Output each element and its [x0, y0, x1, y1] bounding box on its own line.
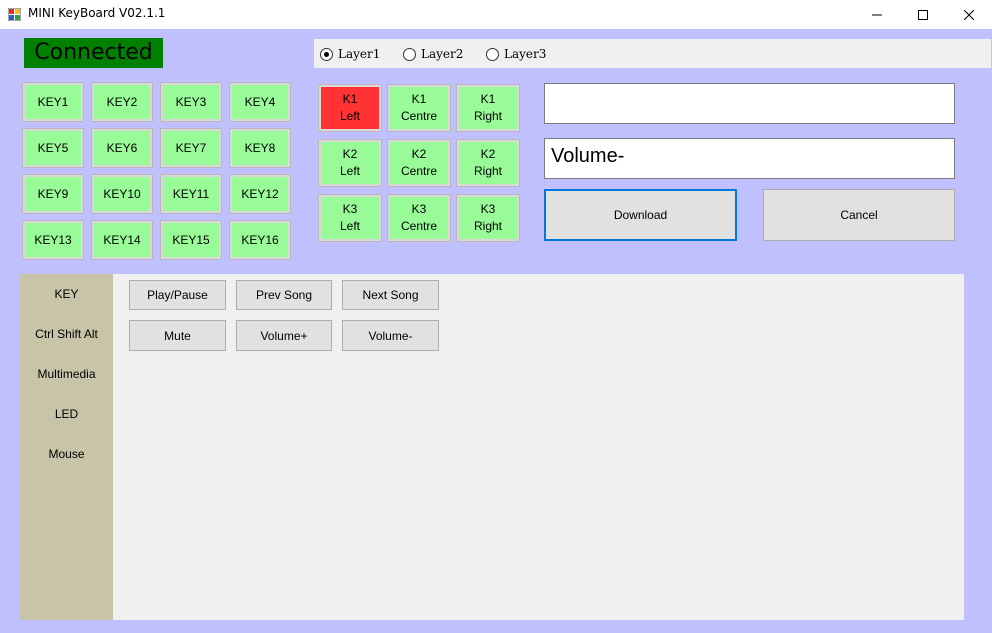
key-button[interactable]: KEY9 — [22, 174, 84, 214]
key-button[interactable]: KEY13 — [22, 220, 84, 260]
assigned-function-value: Volume- — [551, 145, 625, 167]
knob-label: K1 Centre — [400, 92, 438, 123]
minimize-button[interactable] — [854, 0, 900, 29]
assigned-function-field[interactable]: Volume- — [544, 138, 955, 179]
knob-button[interactable]: K3 Centre — [387, 194, 451, 242]
next-song-button[interactable]: Next Song — [342, 280, 439, 310]
layer2-label: Layer2 — [421, 47, 464, 61]
radio-indicator — [320, 47, 333, 61]
volume-down-button[interactable]: Volume- — [342, 320, 439, 351]
knob-label: K1 Right — [473, 92, 502, 123]
key-button[interactable]: KEY2 — [91, 82, 153, 122]
maximize-icon — [918, 9, 928, 20]
layer-selector: Layer1 Layer2 Layer3 — [314, 39, 991, 68]
cancel-button[interactable]: Cancel — [763, 189, 955, 241]
category-sidebar: KEY Ctrl Shift Alt Multimedia LED Mouse — [20, 274, 113, 620]
key-button[interactable]: KEY16 — [229, 220, 291, 260]
key-button[interactable]: KEY5 — [22, 128, 84, 168]
download-button[interactable]: Download — [544, 189, 737, 241]
layer2-radio[interactable]: Layer2 — [403, 47, 463, 61]
layer3-label: Layer3 — [504, 47, 547, 61]
knob-label: K2 Right — [473, 147, 502, 178]
prev-song-button[interactable]: Prev Song — [236, 280, 332, 310]
minimize-icon — [872, 14, 882, 15]
radio-indicator — [486, 47, 499, 61]
layer1-radio[interactable]: Layer1 — [320, 47, 380, 61]
window-title: MINI KeyBoard V02.1.1 — [28, 6, 166, 20]
volume-up-button[interactable]: Volume+ — [236, 320, 332, 351]
knob-label: K2 Left — [339, 147, 360, 178]
play-pause-button[interactable]: Play/Pause — [129, 280, 226, 310]
knob-label: K3 Centre — [400, 202, 438, 233]
knob-button[interactable]: K2 Centre — [387, 139, 451, 187]
key-button[interactable]: KEY4 — [229, 82, 291, 122]
key-button[interactable]: KEY3 — [160, 82, 222, 122]
layer3-radio[interactable]: Layer3 — [486, 47, 546, 61]
app-icon — [8, 8, 21, 21]
key-button[interactable]: KEY8 — [229, 128, 291, 168]
knob-label: K2 Centre — [400, 147, 438, 178]
knob-button[interactable]: K2 Right — [456, 139, 520, 187]
key-button[interactable]: KEY6 — [91, 128, 153, 168]
close-button[interactable] — [946, 0, 992, 29]
knob-button[interactable]: K3 Left — [318, 194, 382, 242]
knob-button[interactable]: K1 Left — [318, 84, 382, 132]
knob-label: K3 Right — [473, 202, 502, 233]
sidebar-item-multimedia[interactable]: Multimedia — [20, 367, 113, 381]
sidebar-item-led[interactable]: LED — [20, 407, 113, 421]
close-icon — [964, 9, 974, 20]
sidebar-item-key[interactable]: KEY — [20, 287, 113, 301]
key-button[interactable]: KEY14 — [91, 220, 153, 260]
key-button[interactable]: KEY7 — [160, 128, 222, 168]
mute-button[interactable]: Mute — [129, 320, 226, 351]
sidebar-item-mouse[interactable]: Mouse — [20, 447, 113, 461]
knob-button[interactable]: K2 Left — [318, 139, 382, 187]
key-button[interactable]: KEY12 — [229, 174, 291, 214]
knob-button[interactable]: K1 Right — [456, 84, 520, 132]
knob-button[interactable]: K3 Right — [456, 194, 520, 242]
knob-button[interactable]: K1 Centre — [387, 84, 451, 132]
layer1-label: Layer1 — [338, 47, 381, 61]
key-button[interactable]: KEY11 — [160, 174, 222, 214]
connection-status: Connected — [24, 38, 163, 68]
key-button[interactable]: KEY15 — [160, 220, 222, 260]
radio-indicator — [403, 47, 416, 61]
sidebar-item-ctrl-shift-alt[interactable]: Ctrl Shift Alt — [20, 327, 113, 341]
key-sequence-field[interactable] — [544, 83, 955, 124]
title-bar: MINI KeyBoard V02.1.1 — [0, 0, 992, 30]
knob-label: K3 Left — [339, 202, 360, 233]
maximize-button[interactable] — [900, 0, 946, 29]
key-button[interactable]: KEY10 — [91, 174, 153, 214]
key-button[interactable]: KEY1 — [22, 82, 84, 122]
knob-label: K1 Left — [339, 92, 360, 123]
